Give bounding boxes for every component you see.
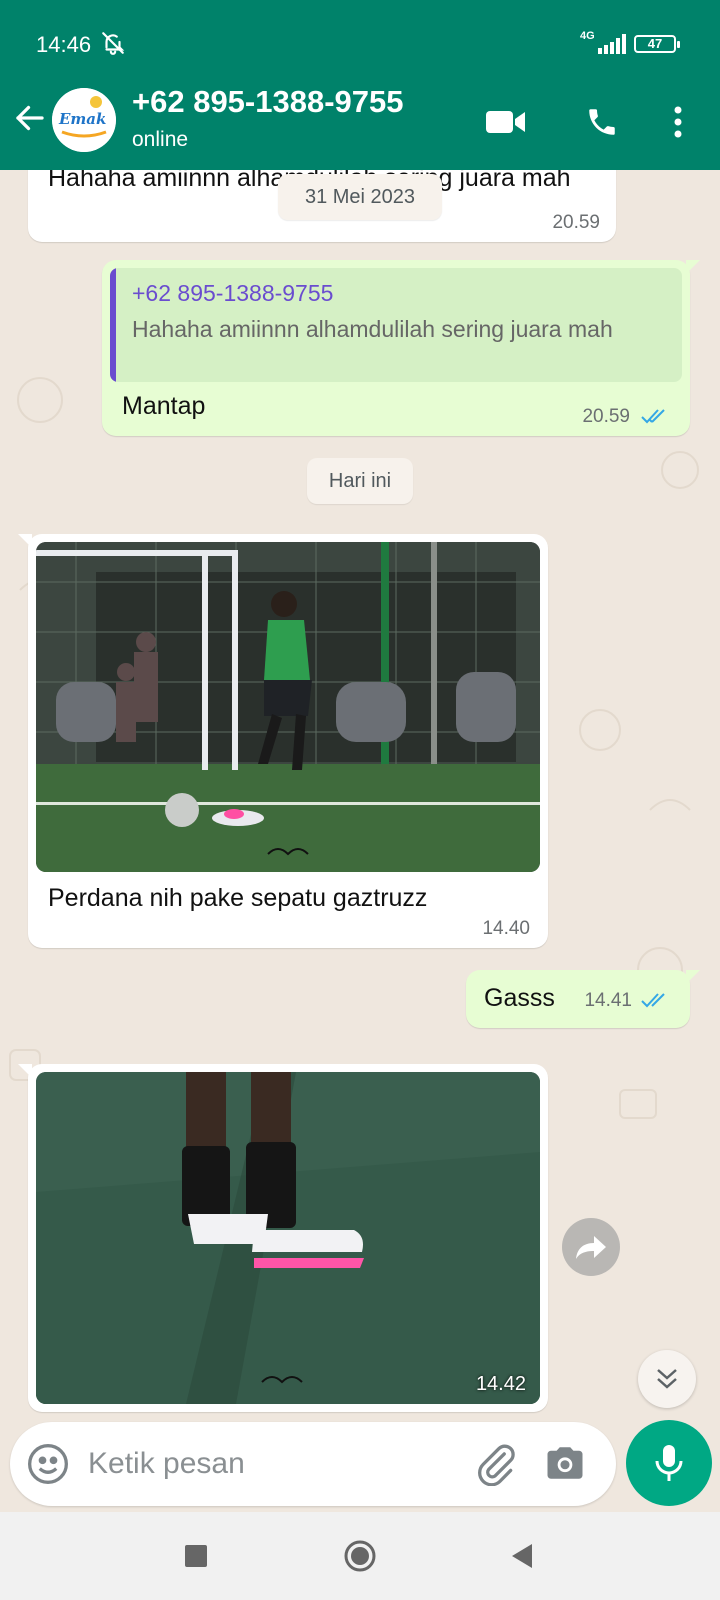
message-bubble-incoming-photo[interactable]: 14.42 xyxy=(18,1064,548,1412)
bubble-tail xyxy=(686,260,700,274)
top-bar: 14:46 4G 47 Emak +62 895-1388-9755 onlin… xyxy=(0,0,720,170)
forward-arrow-icon xyxy=(576,1236,606,1259)
quote-author: +62 895-1388-9755 xyxy=(132,280,334,306)
message-text: Gasss xyxy=(484,984,555,1012)
forward-button[interactable] xyxy=(562,1218,620,1276)
battery-level: 47 xyxy=(647,36,663,51)
message-text: Mantap xyxy=(122,392,206,420)
message-input[interactable] xyxy=(88,1442,468,1486)
bubble-tail xyxy=(18,1064,32,1078)
bubble-tail xyxy=(18,534,32,548)
contact-status: online xyxy=(132,128,189,151)
phone-call-icon[interactable] xyxy=(580,100,624,144)
recents-square-icon[interactable] xyxy=(174,1534,218,1578)
microphone-icon xyxy=(655,1445,683,1481)
chat-area[interactable]: Hahaha amiinnn alhamdulilah sering juara… xyxy=(0,170,720,1422)
date-chip-sticky: 31 Mei 2023 xyxy=(278,174,442,220)
network-type: 4G xyxy=(580,30,595,42)
double-chevron-down-icon xyxy=(657,1369,677,1389)
home-circle-icon[interactable] xyxy=(338,1534,382,1578)
message-bubble-outgoing[interactable]: Gasss 14.41 xyxy=(466,970,700,1028)
message-time: 20.59 xyxy=(552,212,600,233)
date-chip-today: Hari ini xyxy=(307,458,413,504)
back-triangle-icon[interactable] xyxy=(500,1534,544,1578)
attach-paperclip-icon[interactable] xyxy=(474,1442,518,1491)
photo-caption: Perdana nih pake sepatu gaztruzz xyxy=(48,884,428,912)
message-bubble-outgoing[interactable]: +62 895-1388-9755 Hahaha amiinnn alhamdu… xyxy=(102,260,700,436)
scroll-to-bottom-button[interactable] xyxy=(638,1350,696,1408)
read-receipt-icon xyxy=(641,993,665,1008)
message-time: 14.42 xyxy=(475,1373,526,1395)
video-call-icon[interactable] xyxy=(484,100,528,144)
more-options-icon[interactable] xyxy=(656,100,700,144)
status-time: 14:46 xyxy=(36,32,92,57)
quoted-message[interactable]: +62 895-1388-9755 Hahaha amiinnn alhamdu… xyxy=(110,268,682,382)
bubble-tail xyxy=(686,970,700,984)
signal-icon xyxy=(598,34,628,59)
emoji-icon[interactable] xyxy=(26,1442,70,1491)
photo-football-boots[interactable] xyxy=(36,1072,540,1404)
voice-message-button[interactable] xyxy=(626,1420,712,1506)
message-bubble-incoming-photo[interactable]: Perdana nih pake sepatu gaztruzz 14.40 xyxy=(18,534,548,948)
message-composer xyxy=(10,1422,616,1506)
avatar-logo-text: Emak xyxy=(59,110,107,128)
avatar[interactable]: Emak xyxy=(52,88,116,152)
status-bar: 14:46 4G 47 xyxy=(0,0,720,88)
photo-player-kicking-ball[interactable] xyxy=(36,542,540,872)
quote-bar xyxy=(110,268,116,382)
read-receipt-icon xyxy=(641,409,665,424)
message-time: 20.59 xyxy=(582,406,630,427)
message-time: 14.41 xyxy=(584,990,632,1011)
system-navigation-bar xyxy=(0,1512,720,1600)
battery-icon: 47 xyxy=(634,35,680,53)
quote-text: Hahaha amiinnn alhamdulilah sering juara… xyxy=(132,316,613,342)
back-arrow-icon[interactable] xyxy=(12,100,48,136)
bell-muted-icon xyxy=(100,30,126,61)
contact-name[interactable]: +62 895-1388-9755 xyxy=(132,84,404,120)
camera-icon[interactable] xyxy=(544,1442,586,1489)
message-time: 14.40 xyxy=(482,918,530,939)
